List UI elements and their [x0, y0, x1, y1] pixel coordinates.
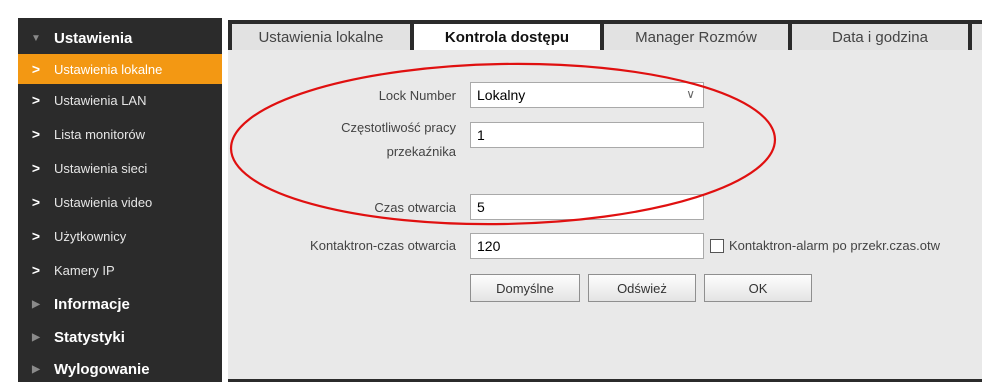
triangle-down-icon: ▼	[31, 32, 41, 44]
chevron-right-icon: >	[31, 194, 41, 210]
sidebar-item-label: Ustawienia lokalne	[54, 61, 163, 77]
chevron-right-icon: >	[31, 126, 41, 142]
chevron-down-icon: ∨	[686, 87, 695, 101]
sidebar-item-ustawienia-video[interactable]: > Ustawienia video	[18, 187, 222, 217]
sidebar-section-label: Ustawienia	[54, 29, 133, 47]
chevron-right-icon: >	[31, 262, 41, 278]
contact-alarm-label: Kontaktron-alarm po przekr.czas.otw	[729, 238, 940, 253]
triangle-right-icon: ▶	[32, 298, 40, 310]
chevron-right-icon: >	[31, 160, 41, 176]
sidebar-item-label: Lista monitorów	[54, 126, 146, 142]
chevron-right-icon: >	[31, 61, 41, 77]
sidebar-section-label: Statystyki	[54, 328, 125, 346]
triangle-right-icon: ▶	[32, 331, 40, 343]
sidebar-item-label: Ustawienia sieci	[54, 160, 148, 176]
sidebar-section-label: Informacje	[54, 295, 130, 313]
relay-frequency-label-line2: przekaźnika	[386, 144, 456, 159]
refresh-button[interactable]: Odśwież	[588, 274, 696, 302]
sidebar-section-label: Wylogowanie	[54, 360, 150, 378]
sidebar-item-uzytkownicy[interactable]: > Użytkownicy	[18, 221, 222, 251]
sidebar-item-label: Użytkownicy	[54, 228, 127, 244]
ok-button[interactable]: OK	[704, 274, 812, 302]
app-frame: ▼ Ustawienia > Ustawienia lokalne > Usta…	[18, 18, 982, 385]
sidebar: ▼ Ustawienia > Ustawienia lokalne > Usta…	[18, 18, 222, 382]
sidebar-section-wylogowanie[interactable]: ▶ Wylogowanie	[18, 355, 222, 383]
tab-data-i-godzina[interactable]: Data i godzina	[792, 24, 968, 50]
lock-number-select[interactable]: Lokalny ∨	[470, 82, 704, 108]
sidebar-item-label: Ustawienia video	[54, 194, 153, 210]
sidebar-section-ustawienia[interactable]: ▼ Ustawienia	[18, 24, 222, 52]
chevron-right-icon: >	[31, 228, 41, 244]
relay-frequency-input[interactable]	[470, 122, 704, 148]
sidebar-item-lista-monitorow[interactable]: > Lista monitorów	[18, 119, 222, 149]
sidebar-item-label: Kamery IP	[54, 262, 115, 278]
sidebar-item-kamery-ip[interactable]: > Kamery IP	[18, 255, 222, 285]
sidebar-section-statystyki[interactable]: ▶ Statystyki	[18, 323, 222, 351]
default-button[interactable]: Domyślne	[470, 274, 580, 302]
content-panel: Ustawienia lokalne Kontrola dostępu Mana…	[228, 20, 982, 382]
sidebar-item-ustawienia-lokalne[interactable]: > Ustawienia lokalne	[18, 54, 222, 84]
contact-open-time-input[interactable]	[470, 233, 704, 259]
tab-bar: Ustawienia lokalne Kontrola dostępu Mana…	[228, 20, 982, 50]
relay-frequency-label-line1: Częstotliwość pracy	[341, 120, 456, 135]
tab-manager-rozmow[interactable]: Manager Rozmów	[604, 24, 788, 50]
open-time-label: Czas otwarcia	[374, 200, 456, 215]
tab-kontrola-dostepu[interactable]: Kontrola dostępu	[414, 24, 600, 50]
sidebar-item-label: Ustawienia LAN	[54, 92, 147, 108]
chevron-right-icon: >	[31, 92, 41, 108]
lock-number-value: Lokalny	[477, 87, 526, 103]
contact-open-time-label: Kontaktron-czas otwarcia	[310, 238, 456, 253]
open-time-input[interactable]	[470, 194, 704, 220]
sidebar-item-ustawienia-sieci[interactable]: > Ustawienia sieci	[18, 153, 222, 183]
tab-ustawienia-lokalne[interactable]: Ustawienia lokalne	[232, 24, 410, 50]
triangle-right-icon: ▶	[32, 363, 40, 375]
sidebar-item-ustawienia-lan[interactable]: > Ustawienia LAN	[18, 85, 222, 115]
contact-alarm-checkbox[interactable]	[710, 239, 724, 253]
tab-overflow[interactable]	[972, 24, 982, 50]
lock-number-label: Lock Number	[378, 88, 456, 103]
sidebar-section-informacje[interactable]: ▶ Informacje	[18, 290, 222, 318]
